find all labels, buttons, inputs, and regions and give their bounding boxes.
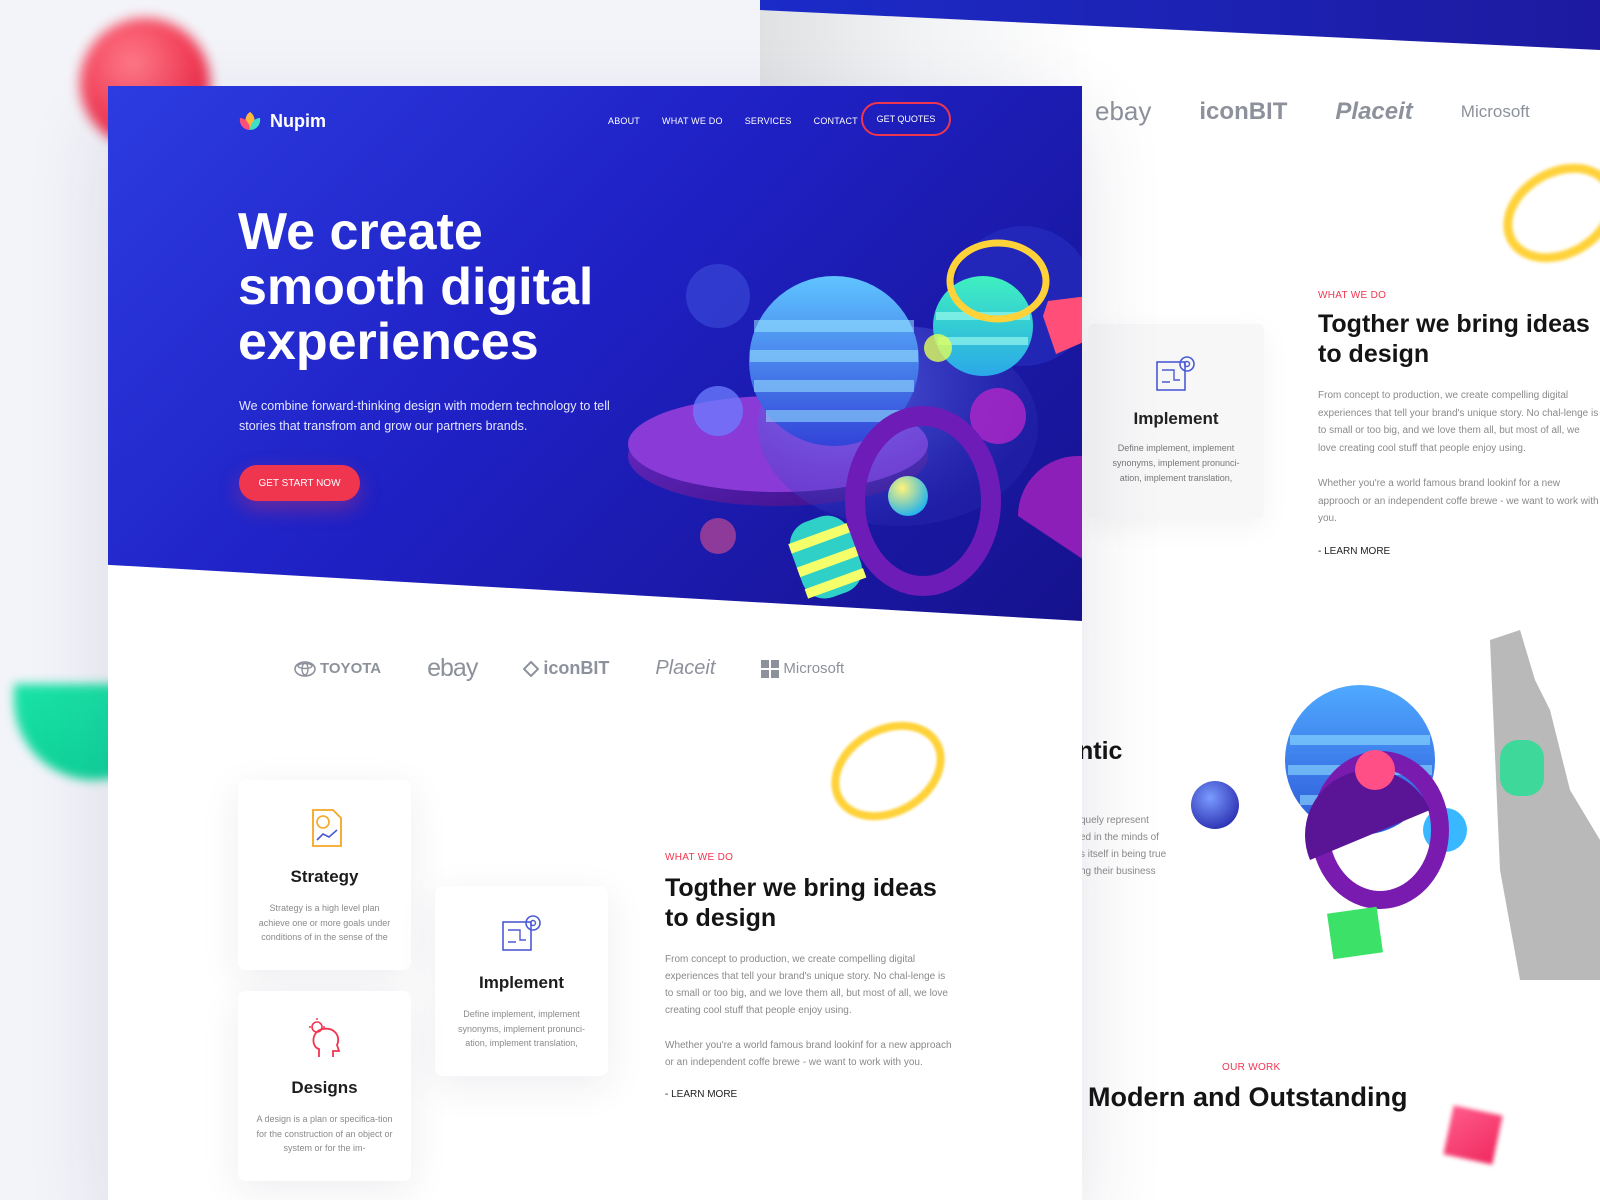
bg-fragment-line: quely represent [1080, 815, 1149, 826]
nav-what-we-do[interactable]: WHAT WE DO [662, 116, 723, 126]
diamond-icon [523, 660, 540, 677]
nav-contact[interactable]: CONTACT [814, 116, 858, 126]
bg-paragraph-2: Whether you're a world famous brand look… [1318, 478, 1599, 524]
bg-logo-microsoft: Microsoft [1460, 101, 1530, 121]
get-quotes-button[interactable]: GET QUOTES [861, 102, 951, 136]
bg-card-title: Implement [1133, 409, 1219, 428]
bg-fragment-title: ntic [1078, 737, 1123, 765]
bg-section-title: Togther we bring ideas to design [1318, 310, 1590, 368]
hero-subtitle: We combine forward-thinking design with … [239, 399, 610, 433]
bg-hero-band [760, 0, 1600, 50]
implement-card[interactable]: Implement Define implement, implement sy… [435, 886, 608, 1076]
windows-grid-icon [761, 659, 780, 678]
blueprint-gear-icon [501, 915, 541, 951]
logo-text: Microsoft [783, 660, 845, 677]
get-start-now-button[interactable]: GET START NOW [239, 465, 360, 501]
designs-card[interactable]: Designs A design is a plan or specifica-… [238, 991, 411, 1181]
bg-hand-sphere-illustration [1191, 630, 1600, 980]
logo-ebay: ebay [427, 654, 478, 683]
yellow-ring-decoration [1485, 144, 1600, 282]
brand-name: Nupim [270, 110, 326, 131]
implement-title: Implement [478, 973, 565, 992]
strategy-text: Strategy is a high level plan achieve on… [258, 903, 391, 942]
lotus-logo-icon [239, 112, 261, 130]
bg-fragment-line: ng their business [1080, 866, 1156, 877]
bg-eyebrow: WHAT WE DO [1318, 290, 1387, 301]
logo-text: Placeit [655, 657, 716, 679]
logo-microsoft: Microsoft [761, 659, 845, 678]
nav-services[interactable]: SERVICES [745, 116, 792, 126]
designs-title: Designs [291, 1078, 358, 1097]
bg-fragment-text: quely represent ed in the minds of s its… [1080, 812, 1166, 880]
section-eyebrow: WHAT WE DO [665, 852, 734, 863]
logo-iconbit: iconBIT [523, 658, 609, 679]
learn-more-link[interactable]: - LEARN MORE [665, 1089, 737, 1100]
designs-text: A design is a plan or specifica-tion for… [256, 1114, 393, 1153]
head-lightbulb-icon [308, 1018, 340, 1057]
top-navigation: Nupim ABOUT WHAT WE DO SERVICES CONTACT … [108, 86, 1082, 152]
client-logos: TOYOTA ebay iconBIT Placeit Microsoft [294, 654, 844, 683]
logo-text: ebay [427, 654, 478, 682]
what-we-do-section: WHAT WE DO Togther we bring ideas to des… [665, 852, 955, 1102]
yellow-ring-decoration [813, 702, 963, 840]
bg-fragment-line: s itself in being true [1080, 849, 1167, 860]
bg-our-work-eyebrow: OUR WORK [1222, 1062, 1281, 1073]
implement-text: Define implement, implement synonyms, im… [457, 1009, 586, 1048]
logo-text: iconBIT [543, 658, 610, 678]
bg-fragment-line: ed in the minds of [1080, 832, 1159, 843]
section-paragraph-2: Whether you're a world famous brand look… [665, 1040, 952, 1068]
bg-our-work-title: Modern and Outstanding [1088, 1082, 1408, 1112]
pink-cube-decoration [1443, 1105, 1503, 1165]
strategy-chart-icon [311, 809, 342, 847]
logo-text: TOYOTA [320, 660, 382, 677]
nav-about[interactable]: ABOUT [608, 116, 640, 126]
toyota-emblem-icon [294, 660, 316, 677]
section-title: Togther we bring ideas to design [665, 874, 937, 932]
nav-menu: ABOUT WHAT WE DO SERVICES CONTACT [608, 116, 858, 126]
logo-toyota: TOYOTA [294, 660, 381, 677]
bg-what-we-do-section: WHAT WE DO Togther we bring ideas to des… [1318, 290, 1600, 559]
brand-logo[interactable]: Nupim [238, 110, 326, 132]
bg-logo-iconbit: iconBIT [1199, 97, 1288, 125]
bg-logo-ebay: ebay [1095, 96, 1152, 126]
blueprint-gear-icon [1156, 356, 1195, 391]
bg-logo-placeit: Placeit [1335, 97, 1413, 125]
logo-placeit: Placeit [655, 657, 715, 680]
section-paragraph-1: From concept to production, we create co… [665, 954, 948, 1016]
strategy-card[interactable]: Strategy Strategy is a high level plan a… [238, 780, 411, 970]
bg-card-text: Define implement, implement synonyms, im… [1112, 443, 1240, 483]
hero-title: We create smooth digital experiences [238, 203, 594, 371]
strategy-title: Strategy [290, 867, 359, 886]
bg-learn-more-link[interactable]: - LEARN MORE [1318, 546, 1390, 557]
bg-paragraph-1: From concept to production, we create co… [1318, 390, 1599, 454]
bg-client-logos: ebay iconBIT Placeit Microsoft [1095, 96, 1530, 127]
bg-implement-card: Implement Define implement, implement sy… [1088, 324, 1264, 518]
main-landing-page: Nupim ABOUT WHAT WE DO SERVICES CONTACT … [108, 86, 1082, 1200]
